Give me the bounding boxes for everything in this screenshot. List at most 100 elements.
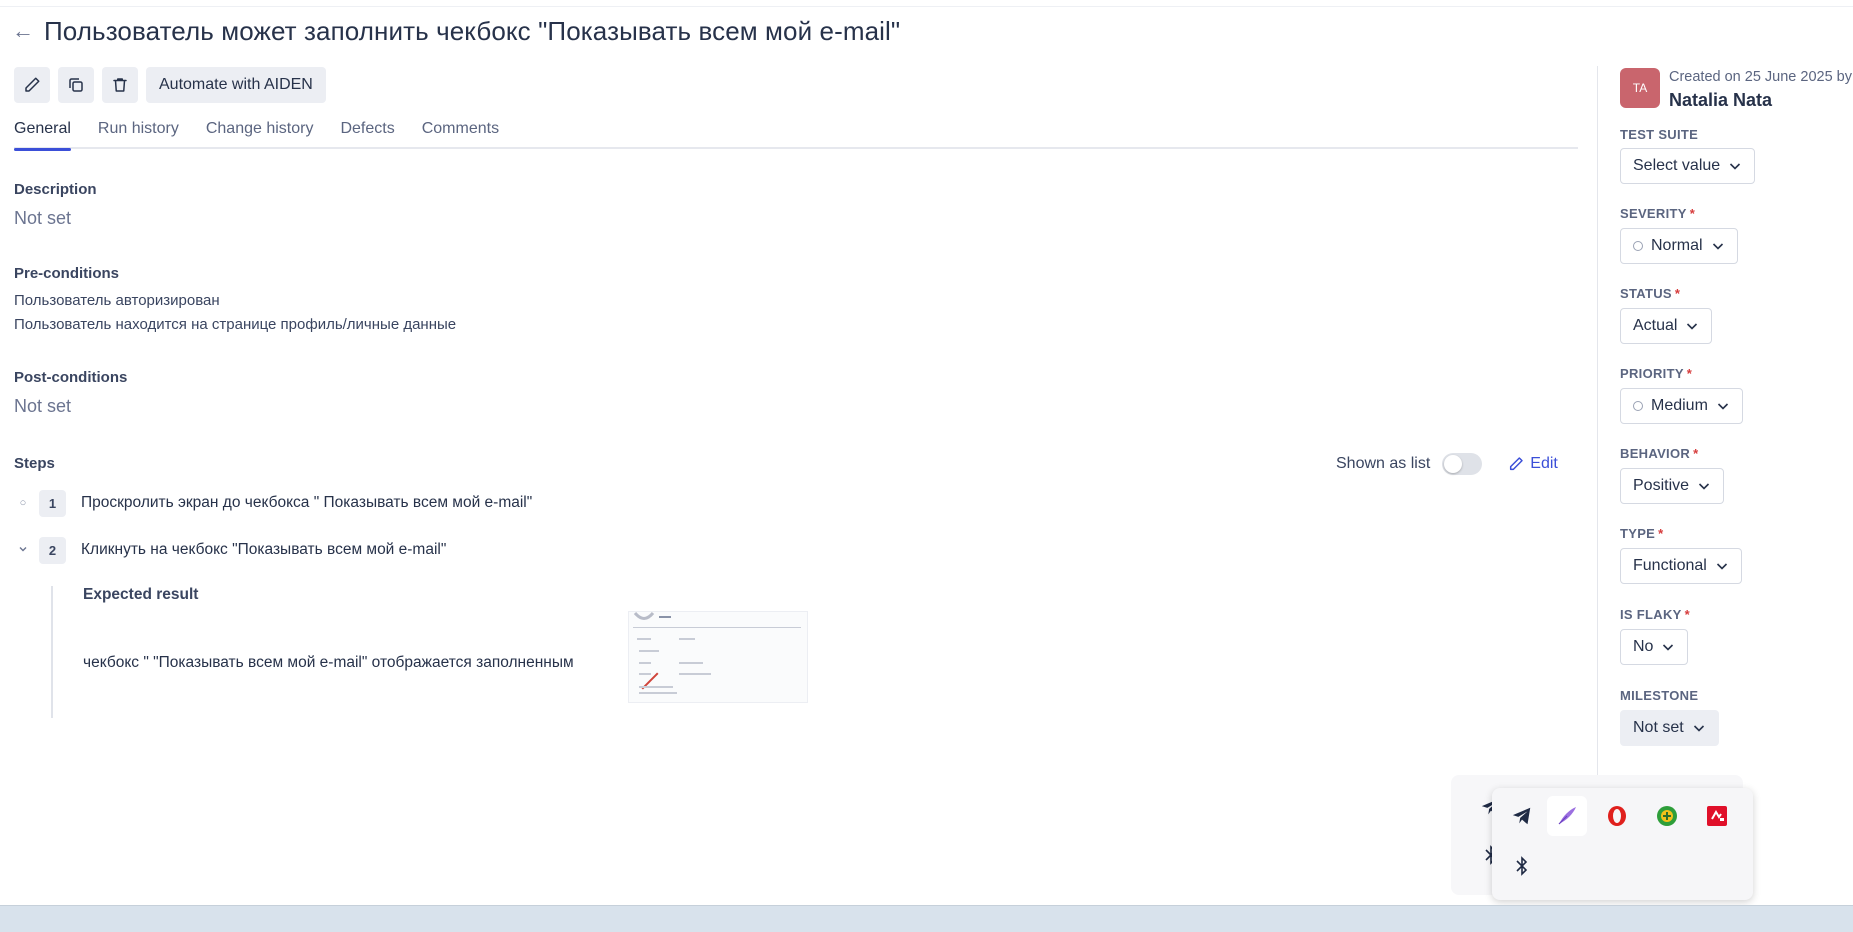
step-text: Проскролить экран до чекбокса " Показыва… xyxy=(81,494,533,511)
behavior-value: Positive xyxy=(1633,477,1690,494)
expected-result-screenshot[interactable] xyxy=(628,611,808,703)
tab-comments[interactable]: Comments xyxy=(422,117,499,149)
screenshot-line xyxy=(659,616,671,618)
severity-select[interactable]: Normal xyxy=(1620,228,1738,264)
preconditions-label: Pre-conditions xyxy=(14,265,120,282)
chevron-down-icon xyxy=(1728,159,1742,173)
postconditions-value: Not set xyxy=(14,396,72,416)
created-info: Created on 25 June 2025 by xyxy=(1669,69,1852,85)
shown-as-list-toggle[interactable] xyxy=(1442,453,1483,475)
step-text: Кликнуть на чекбокс "Показывать всем мой… xyxy=(81,541,447,558)
test-suite-label: TEST SUITE xyxy=(1620,127,1699,142)
milestone-value: Not set xyxy=(1633,719,1684,736)
tray-popup xyxy=(1492,788,1753,900)
screenshot-line xyxy=(637,638,651,640)
chevron-down-icon xyxy=(1711,239,1725,253)
status-select[interactable]: Actual xyxy=(1620,308,1713,344)
steps-controls: Shown as list Edit xyxy=(1336,453,1558,475)
step-row[interactable]: ○ 1 Проскролить экран до чекбокса " Пока… xyxy=(14,489,532,517)
chevron-down-icon[interactable] xyxy=(14,544,32,557)
screenshot-line xyxy=(639,662,651,664)
pencil-icon xyxy=(25,77,40,92)
screenshot-line xyxy=(639,650,659,652)
tab-run-history[interactable]: Run history xyxy=(98,117,179,149)
edit-button[interactable] xyxy=(14,67,50,103)
type-label: TYPE * xyxy=(1620,526,1664,541)
screenshot-line xyxy=(679,662,703,664)
precondition-line: Пользователь авторизирован xyxy=(14,292,220,309)
priority-select[interactable]: Medium xyxy=(1620,388,1743,424)
tab-defects[interactable]: Defects xyxy=(340,117,394,149)
priority-dot-icon xyxy=(1633,401,1643,411)
step-row[interactable]: 2 Кликнуть на чекбокс "Показывать всем м… xyxy=(14,536,446,564)
panel-divider xyxy=(1597,66,1598,896)
delete-button[interactable] xyxy=(102,67,138,103)
toggle-knob xyxy=(1444,455,1463,473)
chevron-down-icon xyxy=(1692,721,1706,735)
trash-icon xyxy=(113,78,127,92)
tab-general[interactable]: General xyxy=(14,117,71,151)
red-app-icon[interactable] xyxy=(1697,796,1737,836)
arrow-left-icon[interactable]: ← xyxy=(12,18,34,44)
severity-value: Normal xyxy=(1651,237,1703,254)
test-suite-value: Select value xyxy=(1633,157,1721,174)
page-header: ← Пользователь может заполнить чекбокс "… xyxy=(12,14,900,48)
tab-bar: General Run history Change history Defec… xyxy=(14,117,1578,151)
opera-icon[interactable] xyxy=(1597,796,1637,836)
precondition-line: Пользователь находится на странице профи… xyxy=(14,316,457,333)
severity-label: SEVERITY * xyxy=(1620,206,1696,221)
milestone-label: MILESTONE xyxy=(1620,688,1699,703)
expected-result-text: чекбокс " "Показывать всем мой e-mail" о… xyxy=(83,654,574,671)
type-select[interactable]: Functional xyxy=(1620,548,1742,584)
edit-label: Edit xyxy=(1530,455,1558,472)
top-divider xyxy=(0,6,1853,7)
screenshot-line xyxy=(679,673,711,675)
screenshot-line xyxy=(639,686,673,688)
status-label: STATUS * xyxy=(1620,286,1681,301)
screenshot-logo xyxy=(633,612,655,620)
green-plus-icon[interactable] xyxy=(1647,796,1687,836)
expected-result-label: Expected result xyxy=(83,586,199,603)
expected-result-block: Expected result чекбокс " "Показывать вс… xyxy=(51,586,808,718)
author-name[interactable]: Natalia Nata xyxy=(1669,90,1772,111)
milestone-select[interactable]: Not set xyxy=(1620,710,1719,746)
status-value: Actual xyxy=(1633,317,1678,334)
copy-button[interactable] xyxy=(58,67,94,103)
page-title: Пользователь может заполнить чекбокс "По… xyxy=(44,15,901,46)
description-value: Not set xyxy=(14,208,72,228)
is-flaky-select[interactable]: No xyxy=(1620,629,1689,665)
edit-steps-link[interactable]: Edit xyxy=(1508,455,1558,473)
feather-pen-icon[interactable] xyxy=(1547,796,1587,836)
chevron-down-icon xyxy=(1685,319,1699,333)
priority-value: Medium xyxy=(1651,397,1708,414)
pencil-icon xyxy=(1510,457,1523,471)
is-flaky-value: No xyxy=(1633,638,1654,655)
behavior-select[interactable]: Positive xyxy=(1620,468,1725,504)
step-number: 1 xyxy=(39,489,66,517)
is-flaky-label: IS FLAKY * xyxy=(1620,607,1690,622)
steps-label: Steps xyxy=(14,455,55,472)
screenshot-line xyxy=(639,673,651,675)
toolbar: Automate with AIDEN xyxy=(14,67,326,103)
copy-icon xyxy=(69,78,83,92)
chevron-down-icon xyxy=(1715,559,1729,573)
chevron-down-icon xyxy=(1661,640,1675,654)
test-suite-select[interactable]: Select value xyxy=(1620,148,1756,184)
behavior-label: BEHAVIOR * xyxy=(1620,446,1699,461)
chevron-down-icon xyxy=(1716,399,1730,413)
screenshot-line xyxy=(679,638,695,640)
step-number: 2 xyxy=(39,536,66,564)
type-value: Functional xyxy=(1633,557,1707,574)
priority-label: PRIORITY * xyxy=(1620,366,1693,381)
os-taskbar xyxy=(0,905,1853,932)
shown-as-list-label: Shown as list xyxy=(1336,455,1431,472)
telegram-icon[interactable] xyxy=(1502,796,1542,836)
chevron-down-icon xyxy=(1697,479,1711,493)
tab-change-history[interactable]: Change history xyxy=(206,117,314,149)
screenshot-line xyxy=(633,627,801,628)
bluetooth-icon[interactable] xyxy=(1502,846,1542,886)
automate-button[interactable]: Automate with AIDEN xyxy=(146,67,326,103)
avatar: TA xyxy=(1620,68,1660,108)
description-label: Description xyxy=(14,181,97,198)
screenshot-line xyxy=(639,692,677,694)
